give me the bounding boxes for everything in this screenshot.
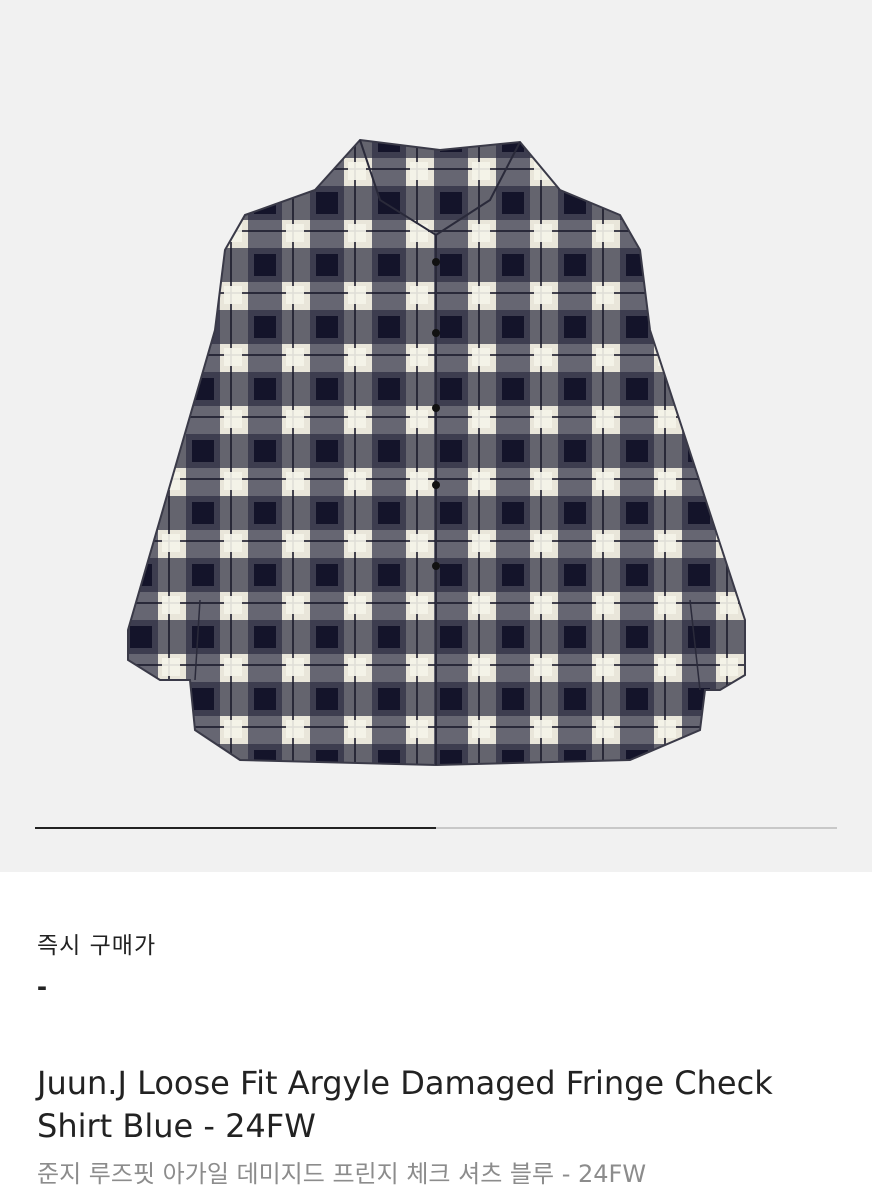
- product-image[interactable]: [0, 0, 872, 872]
- product-image-gallery[interactable]: [0, 0, 872, 872]
- product-subtitle: 준지 루즈핏 아가일 데미지드 프린지 체크 셔츠 블루 - 24FW: [37, 1160, 647, 1188]
- image-carousel-progress: [35, 827, 837, 829]
- product-title: Juun.J Loose Fit Argyle Damaged Fringe C…: [37, 1064, 773, 1145]
- image-carousel-progress-fill: [35, 827, 436, 829]
- instant-buy-price-value: -: [37, 970, 47, 1003]
- instant-buy-price-label: 즉시 구매가: [37, 933, 157, 959]
